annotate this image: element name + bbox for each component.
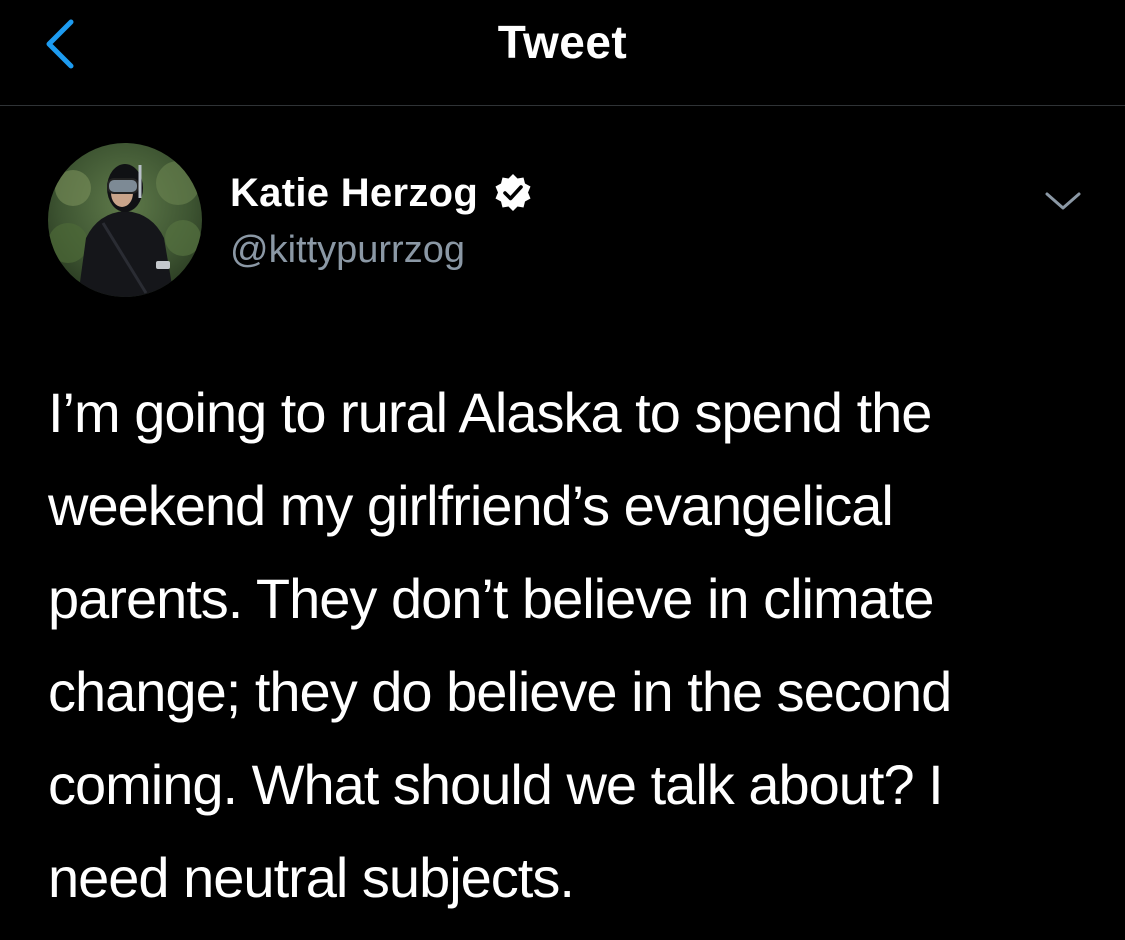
tweet-text: I’m going to rural Alaska to spend the w… <box>48 381 952 909</box>
top-navigation-bar: Tweet <box>0 0 1125 106</box>
author-name: Katie Herzog <box>230 170 479 215</box>
author-handle[interactable]: @kittypurrzog <box>230 227 465 273</box>
verified-badge-icon <box>492 172 534 214</box>
avatar[interactable] <box>48 143 202 297</box>
avatar-image <box>48 143 202 297</box>
page-title: Tweet <box>497 16 628 68</box>
chevron-down-icon <box>1045 192 1081 210</box>
author-name-line[interactable]: Katie Herzog <box>230 169 534 217</box>
tweet-options-button[interactable] <box>1038 181 1088 221</box>
tweet-author-header: Katie Herzog @kittypurrzog <box>48 143 1088 303</box>
